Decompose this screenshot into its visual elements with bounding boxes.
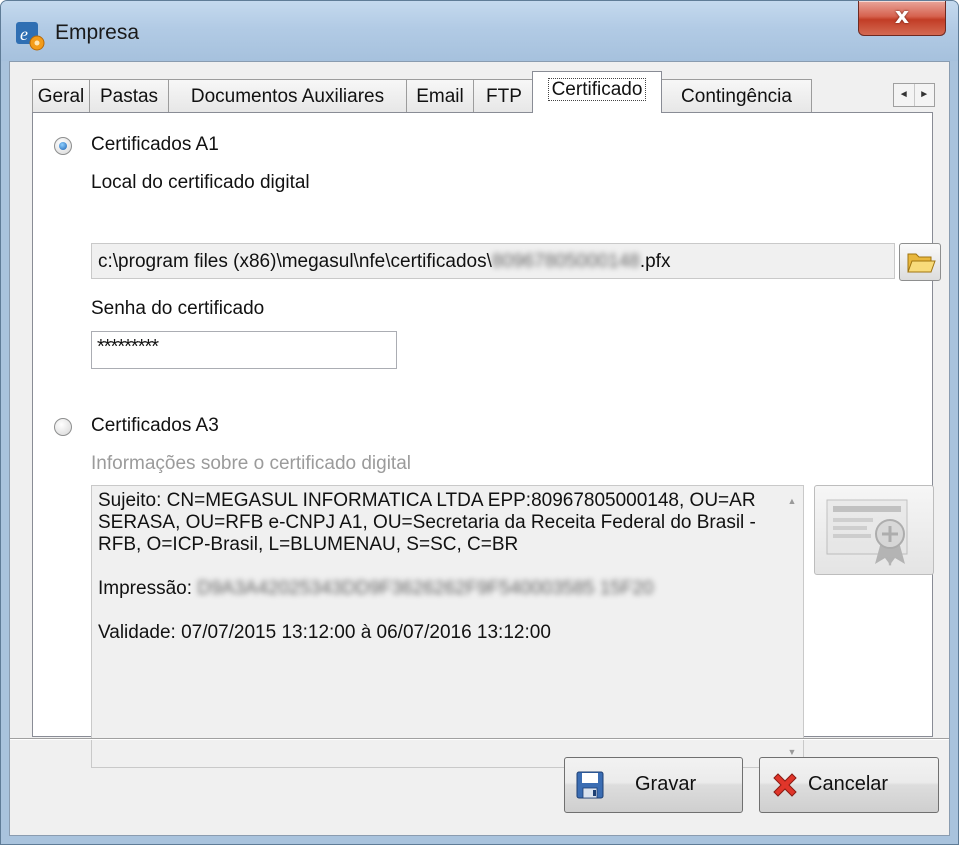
tab-ftp[interactable]: FTP	[473, 79, 535, 112]
view-certificate-button[interactable]	[814, 485, 934, 575]
tab-documentos-auxiliares[interactable]: Documentos Auxiliares	[168, 79, 407, 112]
footer-separator	[10, 738, 949, 740]
tab-email[interactable]: Email	[406, 79, 474, 112]
certificate-subject: Sujeito: CN=MEGASUL INFORMATICA LTDA EPP…	[98, 490, 756, 555]
certificate-password-field[interactable]: *********	[91, 331, 397, 369]
close-icon: x	[894, 4, 910, 29]
floppy-disk-icon	[576, 771, 604, 799]
certificate-thumbprint: Impressão: D9A3A42025343DD9F3626262F9F54…	[98, 578, 654, 599]
tab-strip: Geral Pastas Documentos Auxiliares Email…	[32, 71, 935, 113]
certificate-info-textbox[interactable]: Sujeito: CN=MEGASUL INFORMATICA LTDA EPP…	[91, 485, 804, 768]
scroll-up-icon[interactable]: ▲	[781, 490, 803, 512]
certificate-password-value: *********	[97, 336, 159, 358]
radio-certificados-a1[interactable]	[54, 137, 72, 155]
certificate-info-text: Sujeito: CN=MEGASUL INFORMATICA LTDA EPP…	[98, 490, 758, 644]
tab-scroll-left-icon[interactable]: ◄	[894, 84, 915, 106]
certificate-validity: Validade: 07/07/2015 13:12:00 à 06/07/20…	[98, 622, 551, 643]
app-icon: e	[16, 22, 45, 51]
tab-geral[interactable]: Geral	[32, 79, 90, 112]
certificate-icon	[826, 499, 908, 566]
tab-scroll-buttons: ◄ ►	[893, 83, 935, 107]
info-vertical-scrollbar[interactable]: ▲ ▼	[781, 486, 803, 767]
red-x-cancel-icon	[773, 773, 797, 797]
cancel-button-label: Cancelar	[808, 773, 889, 795]
tab-certificado[interactable]: Certificado	[532, 71, 662, 113]
certificate-path-value: c:\program files (x86)\megasul\nfe\certi…	[98, 251, 671, 272]
tab-scroll-right-icon[interactable]: ►	[915, 84, 935, 106]
empresa-window: e Empresa x Geral Pastas Documentos Auxi…	[0, 0, 959, 845]
label-local-certificado: Local do certificado digital	[91, 172, 310, 193]
svg-text:e: e	[20, 24, 28, 44]
dialog-client-area: Geral Pastas Documentos Auxiliares Email…	[9, 61, 950, 836]
folder-icon	[907, 253, 936, 273]
label-senha-certificado: Senha do certificado	[91, 298, 265, 319]
redacted-cnpj: 80967805000148	[491, 251, 640, 272]
certificate-path-field[interactable]: c:\program files (x86)\megasul\nfe\certi…	[91, 243, 895, 279]
title-bar[interactable]: e Empresa x	[1, 1, 958, 61]
save-button-label: Gravar	[635, 773, 697, 795]
certificado-tab-page: Certificados A1 Local do certificado dig…	[32, 112, 941, 768]
tab-pastas[interactable]: Pastas	[89, 79, 169, 112]
label-certificados-a3[interactable]: Certificados A3	[91, 415, 219, 437]
tab-contingencia[interactable]: Contingência	[661, 79, 812, 112]
window-title: Empresa	[55, 21, 140, 44]
radio-certificados-a3[interactable]	[54, 418, 72, 436]
redacted-thumbprint: D9A3A42025343DD9F3626262F9F540003585 15F…	[197, 578, 654, 599]
save-button[interactable]: Gravar	[564, 757, 743, 813]
label-info-certificado: Informações sobre o certificado digital	[91, 453, 411, 474]
cancel-button[interactable]: Cancelar	[759, 757, 939, 813]
label-certificados-a1[interactable]: Certificados A1	[91, 134, 219, 156]
close-button[interactable]: x	[858, 1, 946, 36]
browse-folder-button[interactable]	[899, 243, 941, 281]
